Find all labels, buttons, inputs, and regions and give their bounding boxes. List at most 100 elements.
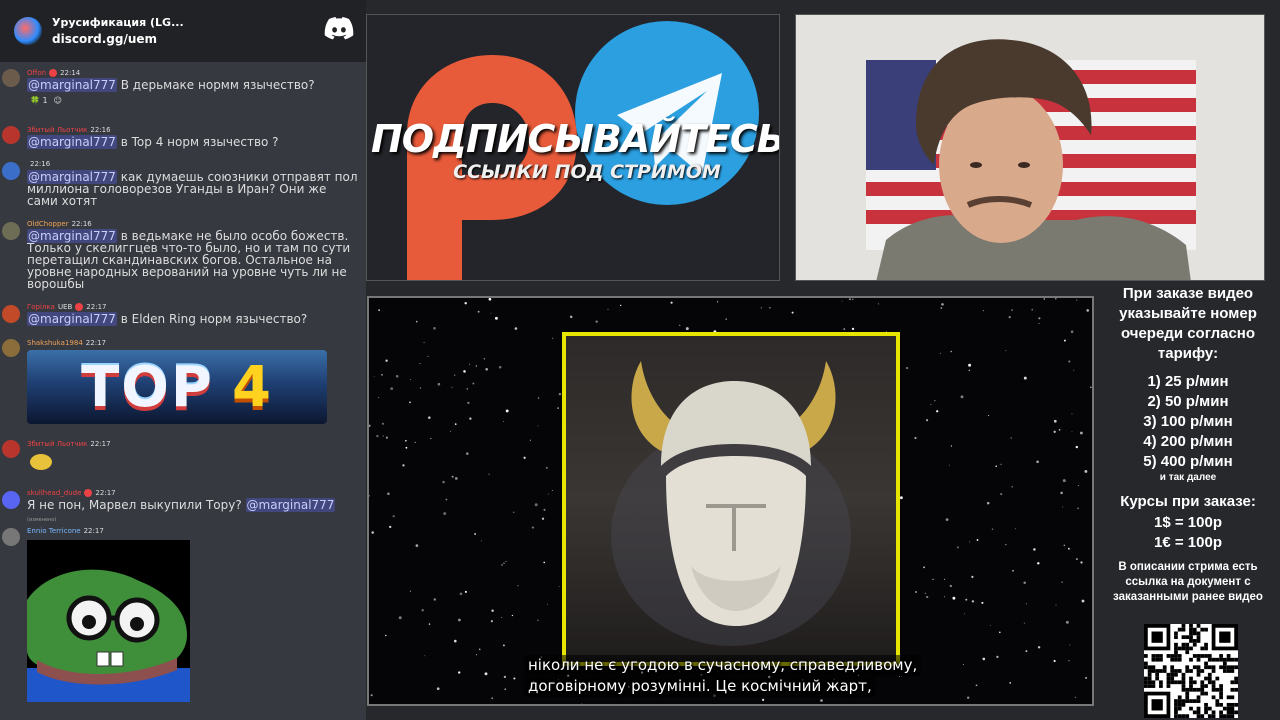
star xyxy=(395,374,399,378)
invite-link[interactable]: discord.gg/uem xyxy=(52,32,184,46)
star xyxy=(503,675,507,679)
user-mention[interactable]: @marginal777 xyxy=(245,498,336,512)
star xyxy=(409,401,411,404)
star xyxy=(1058,429,1061,431)
message-author: Ennio Terricone xyxy=(27,527,81,535)
star xyxy=(490,312,492,314)
star xyxy=(964,613,965,615)
star xyxy=(451,386,453,388)
tariff-item: 2) 50 р/мин xyxy=(1147,393,1229,410)
star xyxy=(478,648,481,651)
user-avatar xyxy=(2,339,20,357)
star xyxy=(385,634,387,637)
user-mention[interactable]: @marginal777 xyxy=(27,78,117,92)
star xyxy=(371,531,374,534)
message-text: В дерьмаке нормм язычество? xyxy=(116,78,315,92)
star xyxy=(924,592,927,595)
star xyxy=(491,609,494,612)
star xyxy=(454,639,457,643)
message-author: Shakshuka1984 xyxy=(27,339,83,347)
star xyxy=(511,614,514,617)
pepe-image[interactable] xyxy=(27,540,190,702)
star xyxy=(685,327,689,331)
star xyxy=(1011,486,1013,488)
top4-image-text: TOP xyxy=(81,354,214,420)
role-tag: UEB xyxy=(57,303,73,311)
message-text: в Elden Ring норм язычество? xyxy=(116,312,308,326)
user-mention[interactable]: @marginal777 xyxy=(27,135,117,149)
chat-header: Урусификация (LG... discord.gg/uem xyxy=(0,0,366,62)
star xyxy=(427,355,429,357)
star xyxy=(569,315,573,319)
star xyxy=(415,320,418,323)
star xyxy=(451,475,454,478)
star xyxy=(1025,603,1027,605)
star xyxy=(670,301,673,304)
star xyxy=(1012,570,1014,572)
star xyxy=(423,341,425,344)
star xyxy=(1068,660,1070,662)
star xyxy=(529,439,532,441)
star xyxy=(988,414,990,417)
promo-title: ПОДПИСЫВАЙТЕСЬ xyxy=(371,117,780,161)
reaction-smile-icon[interactable]: ☺ xyxy=(54,96,62,105)
star xyxy=(1085,676,1088,679)
star xyxy=(385,359,388,362)
star xyxy=(1061,581,1063,583)
video-frame xyxy=(562,332,900,666)
star xyxy=(469,363,471,365)
star xyxy=(968,369,971,372)
star xyxy=(449,430,452,432)
star xyxy=(1070,330,1074,334)
star xyxy=(915,591,917,593)
star xyxy=(1068,360,1071,363)
star xyxy=(1089,386,1092,389)
star xyxy=(433,326,436,330)
star xyxy=(421,609,424,612)
star xyxy=(466,452,469,455)
star xyxy=(453,374,456,376)
star xyxy=(430,438,432,440)
star xyxy=(936,410,939,413)
reaction-pill[interactable]: 🍀 1 xyxy=(30,96,48,105)
star xyxy=(513,677,516,680)
star xyxy=(1062,506,1064,508)
streamer-badge-icon xyxy=(84,489,93,497)
star xyxy=(424,655,426,657)
star xyxy=(1077,485,1079,487)
helmet-statue-image xyxy=(611,361,851,646)
star xyxy=(940,352,942,355)
message-text: в Top 4 норм язычество ? xyxy=(116,135,279,149)
star xyxy=(982,310,984,312)
star xyxy=(543,508,546,511)
star xyxy=(501,617,503,618)
star xyxy=(491,697,494,700)
user-avatar xyxy=(2,528,20,546)
qr-code-icon[interactable] xyxy=(1144,624,1238,718)
star xyxy=(466,388,469,390)
tariff-item: 3) 100 р/мин xyxy=(1143,413,1233,430)
star xyxy=(851,327,855,331)
star xyxy=(1060,491,1063,495)
star xyxy=(1023,622,1025,624)
star xyxy=(791,311,794,314)
star xyxy=(940,307,943,309)
user-mention[interactable]: @marginal777 xyxy=(27,312,117,326)
star xyxy=(531,526,534,529)
star xyxy=(537,397,540,399)
user-avatar xyxy=(2,440,20,458)
star xyxy=(501,564,503,566)
message-time: 22:17 xyxy=(95,489,116,497)
star xyxy=(960,395,964,399)
star xyxy=(1080,561,1083,564)
star xyxy=(369,494,370,497)
stream-layout: Урусификация (LG... discord.gg/uem Offon… xyxy=(0,0,1280,720)
star xyxy=(1053,430,1056,433)
star xyxy=(409,378,411,381)
star xyxy=(475,365,477,367)
star xyxy=(820,699,823,702)
video-player[interactable]: ніколи не є угодою в сучасному, справедл… xyxy=(367,296,1094,706)
message-text: Я не пон, Марвел выкупили Тору? xyxy=(27,498,246,512)
star xyxy=(995,465,998,468)
top4-image[interactable]: TOP 4 xyxy=(27,350,327,424)
